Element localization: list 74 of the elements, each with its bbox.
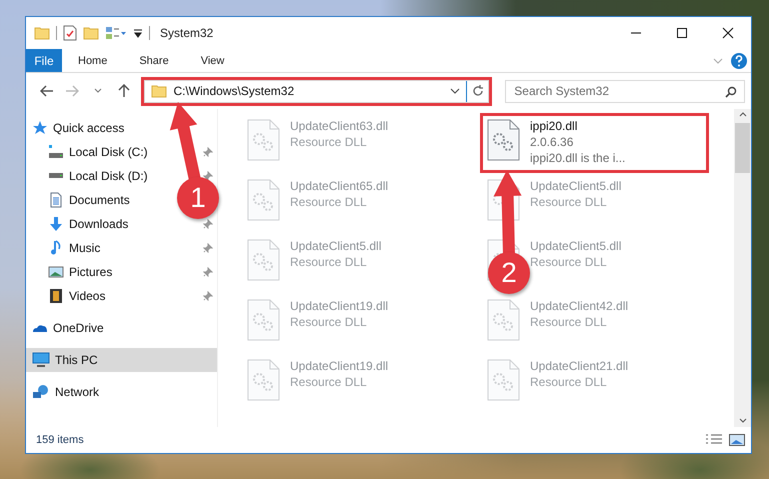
drive-icon	[48, 144, 64, 160]
file-detail: Resource DLL	[290, 315, 368, 329]
drive-icon	[48, 173, 64, 179]
file-detail: Resource DLL	[530, 255, 608, 269]
folder-icon	[34, 25, 50, 41]
chevron-icon	[94, 88, 102, 94]
new-folder-icon	[83, 25, 99, 41]
pin-icon[interactable]	[203, 267, 213, 277]
monitor-icon	[32, 352, 50, 368]
sidebar-item[interactable]: Music	[26, 236, 106, 260]
file-detail: 2.0.6.36	[530, 135, 574, 149]
file-icon	[246, 299, 280, 341]
search-icon[interactable]	[724, 86, 737, 98]
file-detail: Resource DLL	[290, 195, 368, 209]
file-icon	[246, 359, 280, 401]
file-detail: Resource DLL	[530, 315, 608, 329]
dropdown-icon[interactable]	[133, 28, 143, 38]
file-icon	[246, 239, 280, 281]
sidebar-item[interactable]: Documents	[26, 188, 136, 212]
refresh-icon	[472, 85, 484, 97]
sidebar-item[interactable]: This PC	[26, 348, 217, 372]
sidebar-item[interactable]: Videos	[26, 284, 112, 308]
forward-arrow-icon	[65, 85, 80, 97]
file-detail: Resource DLL	[530, 375, 608, 389]
file-detail: Resource DLL	[290, 135, 368, 149]
sidebar-item[interactable]: Local Disk (C:)	[26, 140, 154, 164]
scroll-thumb[interactable]	[735, 123, 750, 173]
item-count: 159 items	[36, 434, 84, 446]
sidebar-item[interactable]: Pictures	[26, 260, 118, 284]
sidebar-item[interactable]: Quick access	[26, 116, 130, 140]
dropdown-icon[interactable]	[450, 88, 460, 94]
help-icon[interactable]	[731, 52, 747, 68]
properties-icon[interactable]	[63, 25, 77, 41]
close-icon	[722, 27, 734, 39]
chevron-icon[interactable]	[713, 58, 723, 64]
ribbon-tab[interactable]: Share	[123, 49, 185, 72]
file-icon	[486, 119, 520, 161]
picture-icon	[48, 264, 64, 280]
file-icon	[486, 299, 520, 341]
pin-icon[interactable]	[203, 219, 213, 229]
maximize-icon	[676, 27, 688, 39]
sidebar-item[interactable]: Downloads	[26, 212, 134, 236]
details-view-icon[interactable]	[705, 434, 723, 446]
sidebar-item[interactable]: Network	[26, 380, 106, 404]
sidebar-item[interactable]: OneDrive	[26, 316, 110, 340]
back-arrow-icon	[40, 85, 54, 97]
ribbon-tab[interactable]: Home	[62, 49, 124, 72]
ribbon-tab[interactable]: View	[184, 49, 240, 72]
file-icon	[246, 119, 280, 161]
file-detail: ippi20.dll is the i...	[530, 151, 626, 165]
file-icon	[246, 179, 280, 221]
star-icon	[32, 120, 48, 136]
folder-icon	[151, 83, 168, 99]
file-detail: Resource DLL	[290, 375, 368, 389]
view-options-icon[interactable]	[105, 26, 127, 40]
file-name[interactable]: ippi20.dll	[530, 119, 626, 133]
pin-icon[interactable]	[203, 147, 213, 157]
large-icons-view-icon[interactable]	[729, 434, 745, 446]
file-tab[interactable]: File	[26, 49, 62, 72]
search-field[interactable]: Search System32	[505, 80, 745, 102]
network-icon	[32, 384, 50, 400]
pin-icon[interactable]	[203, 291, 213, 301]
sidebar-item[interactable]: Local Disk (D:)	[26, 164, 154, 188]
file-icon	[486, 359, 520, 401]
film-icon	[48, 288, 64, 304]
file-detail: Resource DLL	[530, 195, 608, 209]
document-icon	[48, 192, 64, 208]
pin-icon[interactable]	[203, 171, 213, 181]
file-detail: Resource DLL	[290, 255, 368, 269]
up-arrow-icon	[118, 84, 130, 98]
scrollbar[interactable]	[734, 109, 751, 427]
download-icon	[48, 216, 64, 232]
window-title: System32	[160, 26, 214, 40]
pin-icon[interactable]	[203, 243, 213, 253]
